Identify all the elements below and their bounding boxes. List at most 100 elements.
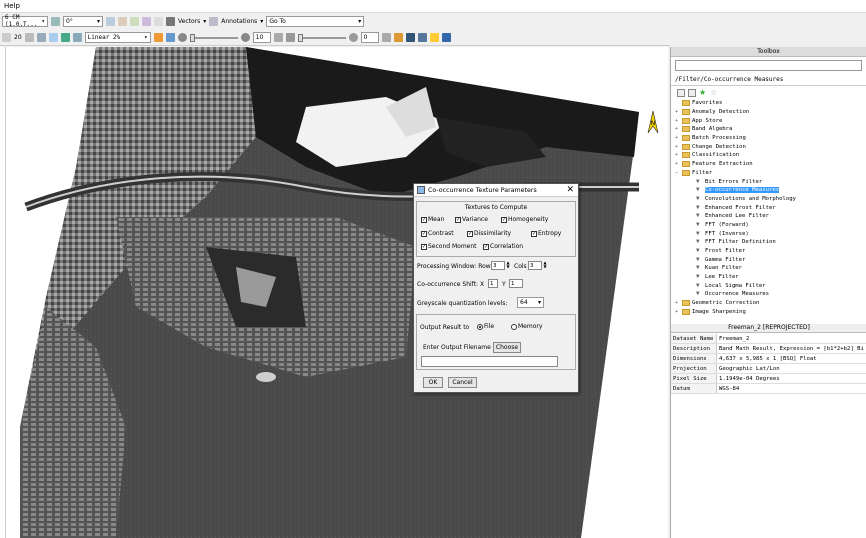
annotations-menu[interactable]: Annotations [221, 18, 257, 25]
cols-field[interactable]: 3 [528, 261, 542, 270]
annotations-dropdown-icon[interactable]: ▾ [260, 18, 263, 25]
tree-folder[interactable]: − Filter [675, 169, 865, 178]
expand-icon[interactable]: + [675, 118, 681, 124]
tree-folder[interactable]: Favorites [675, 99, 865, 108]
vectors-menu[interactable]: Vectors [178, 18, 200, 25]
globe-icon[interactable] [60, 33, 70, 42]
camera-icon[interactable] [154, 16, 163, 26]
menu-help[interactable]: Help [4, 2, 20, 10]
tree-tool[interactable]: ▼ FFT (Inverse) [675, 229, 865, 238]
correlation-checkbox[interactable]: ✓ Correlation [483, 243, 523, 250]
tree-folder[interactable]: + Anomaly Detection [675, 108, 865, 117]
expand-icon[interactable]: + [675, 126, 681, 132]
rotation-combo[interactable]: 0° ▾ [63, 15, 103, 27]
tree-folder[interactable]: + App Store [675, 116, 865, 125]
tree-tool[interactable]: ▼ Co-occurrence Measures [675, 186, 865, 195]
tree-tool[interactable]: ▼ Gamma Filter [675, 255, 865, 264]
display-icon[interactable] [166, 16, 175, 26]
tree-tool[interactable]: ▼ Enhanced Lee Filter [675, 212, 865, 221]
greyscale-combo[interactable]: 64 ▾ [517, 297, 544, 308]
reset-icon[interactable] [381, 33, 391, 42]
tree-folder[interactable]: + Feature Extraction [675, 160, 865, 169]
homogeneity-checkbox[interactable]: ✓ Homogeneity [501, 216, 548, 223]
flip-icon[interactable] [106, 16, 115, 26]
dissimilarity-checkbox[interactable]: ✓ Dissimilarity [467, 230, 511, 237]
brightness-field[interactable]: 10 [252, 32, 271, 43]
slider-knob[interactable] [189, 33, 195, 42]
transparency-field[interactable]: 0 [360, 32, 379, 43]
contrast-checkbox[interactable]: ✓ Contrast [421, 230, 454, 237]
tree-tool[interactable]: ▼ FFT Filter Definition [675, 238, 865, 247]
collapse-icon[interactable]: − [675, 170, 681, 176]
tree-folder[interactable]: + Image Sharpening [675, 308, 865, 317]
tree-folder[interactable]: + Band Algebra [675, 125, 865, 134]
memory-radio[interactable]: Memory [511, 323, 542, 330]
tree-tool[interactable]: ▼ Enhanced Frost Filter [675, 203, 865, 212]
close-icon[interactable]: ✕ [566, 185, 574, 195]
cols-spinner-icon[interactable]: ▲ ▼ [542, 261, 548, 270]
tree-tool[interactable]: ▼ FFT (Forward) [675, 221, 865, 230]
swipe-icon[interactable] [429, 33, 439, 42]
tree-tool[interactable]: ▼ Lee Filter [675, 273, 865, 282]
tree-folder[interactable]: + Classification [675, 151, 865, 160]
expand-icon[interactable]: + [675, 152, 681, 158]
tree-tool[interactable]: ▼ Frost Filter [675, 247, 865, 256]
star-icon[interactable]: ★ [699, 89, 707, 97]
tree-tool[interactable]: ▼ Bit Errors Filter [675, 177, 865, 186]
histogram-icon[interactable] [72, 33, 82, 42]
tree-folder[interactable]: + Change Detection [675, 142, 865, 151]
shift-x-field[interactable]: 1 [488, 279, 498, 288]
chart-icon[interactable] [393, 33, 403, 42]
tree-tool[interactable]: ▼ Kuan Filter [675, 264, 865, 273]
rotate-icon[interactable] [51, 16, 60, 26]
collapse-all-icon[interactable] [688, 89, 696, 97]
choose-button[interactable]: Choose [493, 342, 521, 353]
toolbox-search-input[interactable] [675, 60, 862, 71]
sharpen-slider[interactable] [297, 33, 346, 42]
output-filename-field[interactable] [421, 356, 558, 367]
measure-icon[interactable] [142, 16, 151, 26]
rows-spinner-icon[interactable]: ▲ ▼ [505, 261, 511, 270]
tree-tool[interactable]: ▼ Convolutions and Morphology [675, 195, 865, 204]
layer-combo[interactable]: 6 CM (1.0.T... ▾ [2, 14, 48, 28]
file-radio[interactable]: File [477, 323, 494, 330]
pan-icon[interactable] [2, 33, 11, 42]
stretch-icon[interactable] [153, 33, 163, 42]
shift-y-field[interactable]: 1 [509, 279, 523, 288]
reset-icon[interactable] [273, 33, 283, 42]
tree-folder[interactable]: + Batch Processing [675, 134, 865, 143]
tree-folder[interactable]: + Geometric Correction [675, 299, 865, 308]
brightness-slider[interactable] [189, 33, 238, 42]
expand-icon[interactable]: + [675, 161, 681, 167]
portal-icon[interactable] [417, 33, 427, 42]
slider-knob[interactable] [297, 33, 303, 42]
expand-all-icon[interactable] [677, 89, 685, 97]
view-icon[interactable] [405, 33, 415, 42]
star-outline-icon[interactable]: ☆ [710, 89, 718, 97]
layer-icon[interactable] [48, 33, 58, 42]
goto-combo[interactable]: Go To ▾ [266, 15, 365, 27]
expand-icon[interactable]: + [675, 300, 681, 306]
rows-field[interactable]: 3 [491, 261, 505, 270]
ok-button[interactable]: OK [423, 377, 443, 388]
crosshair-icon[interactable] [130, 16, 139, 26]
mean-checkbox[interactable]: ✓ Mean [421, 216, 444, 223]
vectors-dropdown-icon[interactable]: ▾ [203, 18, 206, 25]
color-table-icon[interactable] [165, 33, 175, 42]
property-row: Description Band Math Result, Expression … [671, 344, 866, 354]
expand-icon[interactable]: + [675, 109, 681, 115]
tree-tool[interactable]: ▼ Local Sigma Filter [675, 281, 865, 290]
cursor-value-icon[interactable] [118, 16, 127, 26]
expand-icon[interactable]: + [675, 135, 681, 141]
variance-checkbox[interactable]: ✓ Variance [455, 216, 488, 223]
second-moment-checkbox[interactable]: ✓ Second Moment [421, 243, 477, 250]
tree-tool[interactable]: ▼ Occurrence Measures [675, 290, 865, 299]
expand-icon[interactable]: + [675, 309, 681, 315]
flicker-icon[interactable] [441, 33, 451, 42]
fit-icon[interactable] [36, 33, 46, 42]
stretch-combo[interactable]: Linear 2% ▾ [84, 32, 151, 43]
cancel-button[interactable]: Cancel [448, 377, 477, 388]
entropy-checkbox[interactable]: ✓ Entropy [531, 230, 561, 237]
refresh-icon[interactable] [24, 33, 34, 42]
expand-icon[interactable]: + [675, 144, 681, 150]
